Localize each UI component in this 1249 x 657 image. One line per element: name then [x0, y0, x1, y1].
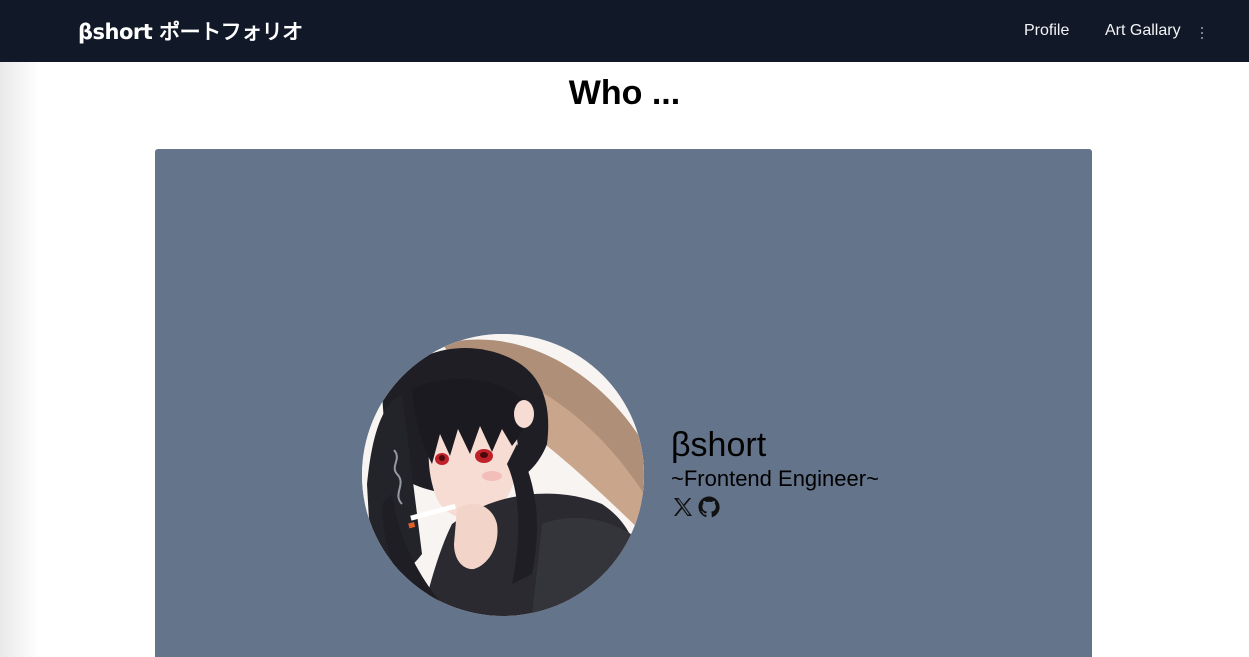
nav-link-art-gallary[interactable]: Art Gallary — [1105, 22, 1181, 40]
avatar — [362, 334, 644, 616]
top-navbar: βshort ポートフォリオ Profile Art Gallary — [0, 0, 1249, 62]
brand-link[interactable]: βshort ポートフォリオ — [78, 16, 303, 46]
profile-info: βshort ~Frontend Engineer~ — [671, 425, 879, 519]
more-menu-icon[interactable] — [1196, 24, 1208, 42]
profile-card: βshort ~Frontend Engineer~ — [155, 149, 1092, 657]
profile-role: ~Frontend Engineer~ — [671, 466, 879, 491]
social-links — [671, 495, 879, 519]
profile-name: βshort — [671, 426, 767, 464]
page-edge-shadow — [0, 62, 40, 657]
x-logo-icon[interactable] — [671, 495, 695, 519]
avatar-illustration — [362, 334, 644, 616]
nav-link-profile[interactable]: Profile — [1024, 22, 1069, 40]
github-icon[interactable] — [697, 495, 721, 519]
page-title: Who ... — [568, 74, 681, 112]
